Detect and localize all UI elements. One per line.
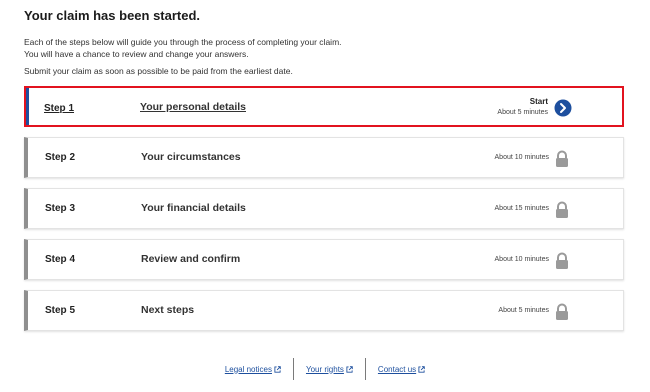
- step-time: About 15 minutes: [494, 205, 549, 212]
- page-title: Your claim has been started.: [24, 8, 201, 23]
- external-link-icon: [346, 365, 353, 373]
- intro-line-1: Each of the steps below will guide you t…: [24, 37, 342, 47]
- step-time: About 5 minutes: [498, 307, 549, 314]
- step-4-card: Step 4 Review and confirm About 10 minut…: [24, 239, 624, 280]
- legal-notices-label: Legal notices: [224, 364, 272, 374]
- step-meta: About 10 minutes: [495, 240, 549, 279]
- step-2-card: Step 2 Your circumstances About 10 minut…: [24, 137, 624, 178]
- step-meta: About 10 minutes: [495, 138, 549, 177]
- your-rights-link[interactable]: Your rights: [294, 365, 365, 374]
- step-meta: About 15 minutes: [495, 189, 549, 228]
- step-title: Next steps: [141, 304, 195, 316]
- lock-icon: [556, 252, 568, 269]
- step-number: Step 4: [45, 254, 76, 265]
- external-link-icon: [274, 365, 281, 373]
- step-number: Step 5: [45, 305, 76, 316]
- chevron-right-circle-icon[interactable]: [554, 99, 572, 117]
- intro-line-3: Submit your claim as soon as possible to…: [24, 66, 293, 76]
- step-5-card: Step 5 Next steps About 5 minutes: [24, 290, 624, 331]
- step-status: Start: [529, 97, 548, 106]
- step-title: Your circumstances: [141, 151, 241, 163]
- step-title: Review and confirm: [141, 253, 241, 265]
- external-link-icon: [418, 365, 425, 373]
- step-number: Step 3: [45, 203, 76, 214]
- step-time: About 5 minutes: [497, 109, 548, 116]
- legal-notices-link[interactable]: Legal notices: [213, 365, 293, 374]
- step-time: About 10 minutes: [494, 154, 549, 161]
- step-meta: Start About 5 minutes: [497, 88, 548, 125]
- step-title: Your financial details: [141, 202, 246, 214]
- step-number[interactable]: Step 1: [44, 103, 74, 114]
- intro-line-2: You will have a chance to review and cha…: [24, 49, 249, 59]
- lock-icon: [556, 303, 568, 320]
- step-3-card: Step 3 Your financial details About 15 m…: [24, 188, 624, 229]
- step-meta: About 5 minutes: [498, 291, 549, 330]
- lock-icon: [556, 150, 568, 167]
- your-rights-label: Your rights: [305, 364, 344, 374]
- footer-links: Legal notices Your rights Contact us: [0, 358, 650, 380]
- step-title-link[interactable]: Your personal details: [140, 101, 246, 113]
- lock-icon: [556, 201, 568, 218]
- step-time: About 10 minutes: [494, 256, 549, 263]
- intro-text: Each of the steps below will guide you t…: [24, 36, 342, 77]
- contact-us-link[interactable]: Contact us: [366, 365, 437, 374]
- step-1-card[interactable]: Step 1 Your personal details Start About…: [24, 86, 624, 127]
- step-number: Step 2: [45, 152, 76, 163]
- steps-list: Step 1 Your personal details Start About…: [24, 86, 624, 341]
- contact-us-label: Contact us: [377, 364, 417, 374]
